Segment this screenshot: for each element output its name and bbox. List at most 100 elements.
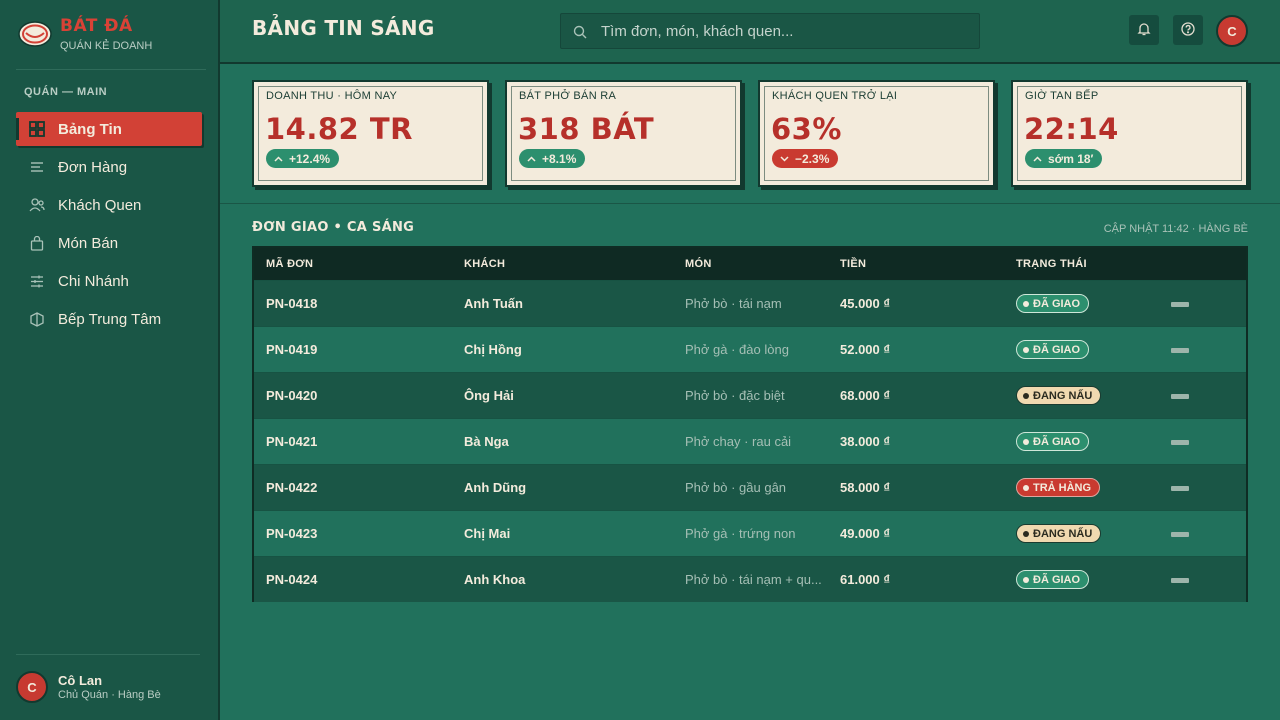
order-price: 68.000 ₫ (840, 388, 891, 403)
status-dot (1023, 346, 1029, 353)
bowl-logo-icon (18, 20, 52, 48)
customer-name: Anh Dũng (464, 480, 527, 495)
sidebar-item-khach-quen[interactable]: Khách Quen (16, 188, 202, 222)
table-row[interactable]: PN-0418 Anh Tuấn Phở bò · tái nạm 45.000… (254, 280, 1246, 326)
order-id: PN-0418 (266, 296, 318, 311)
search-input[interactable] (601, 14, 971, 48)
status-badge: ĐÃ GIAO (1016, 294, 1090, 313)
row-menu-button[interactable] (1171, 394, 1189, 399)
stat-delta-badge: +12.4% (266, 149, 340, 168)
search-icon (573, 24, 587, 43)
row-menu-button[interactable] (1171, 532, 1189, 537)
sidebar-item-label: Bảng Tin (58, 120, 122, 138)
stat-value: 22:14 (1024, 112, 1119, 146)
dish-name: Phở bò · đặc biệt (685, 388, 785, 403)
customer-name: Chị Hồng (464, 342, 522, 357)
dish-name: Phở bò · tái nạm + qu... (685, 572, 822, 587)
header-avatar[interactable]: C (1216, 15, 1248, 47)
table-row[interactable]: PN-0424 Anh Khoa Phở bò · tái nạm + qu..… (254, 556, 1246, 602)
stat-delta: sớm 18′ (1048, 151, 1094, 166)
customer-name: Anh Tuấn (464, 296, 523, 311)
dish-name: Phở bò · gầu gân (685, 480, 787, 495)
status-text: ĐÃ GIAO (1033, 343, 1081, 356)
status-badge: ĐANG NẤU (1016, 386, 1102, 405)
section-divider (220, 203, 1280, 204)
stat-label: KHÁCH QUEN TRỞ LẠI (772, 90, 898, 102)
dish-name: Phở chay · rau cải (685, 434, 792, 449)
top-header: BẢNG TIN SÁNG C (220, 0, 1280, 64)
column-header[interactable]: MÓN (685, 258, 712, 270)
brand-subtitle: QUÁN KẺ DOANH (60, 40, 153, 52)
order-price: 52.000 ₫ (840, 342, 891, 357)
column-header[interactable]: KHÁCH (464, 258, 505, 270)
status-dot (1023, 530, 1029, 537)
status-text: ĐÃ GIAO (1033, 297, 1081, 310)
help-icon (1181, 21, 1195, 40)
column-header[interactable]: MÃ ĐƠN (266, 258, 313, 270)
stat-delta: +12.4% (289, 151, 331, 166)
status-badge: TRẢ HÀNG (1016, 478, 1101, 497)
status-text: TRẢ HÀNG (1033, 481, 1092, 494)
row-menu-button[interactable] (1171, 302, 1189, 307)
row-menu-button[interactable] (1171, 348, 1189, 353)
status-badge: ĐÃ GIAO (1016, 432, 1090, 451)
order-id: PN-0423 (266, 526, 318, 541)
user-role: Chủ Quán · Hàng Bè (58, 689, 161, 701)
sidebar-item-label: Chi Nhánh (58, 272, 129, 290)
row-menu-button[interactable] (1171, 440, 1189, 445)
row-menu-button[interactable] (1171, 486, 1189, 491)
order-price: 58.000 ₫ (840, 480, 891, 495)
status-badge: ĐÃ GIAO (1016, 570, 1090, 589)
order-id: PN-0424 (266, 572, 318, 587)
sidebar-item-bep-trung-tam[interactable]: Bếp Trung Tâm (16, 302, 202, 336)
stat-label: BÁT PHỞ BÁN RA (519, 90, 617, 102)
stat-delta-badge: −2.3% (772, 149, 839, 168)
orders-title: ĐƠN GIAO • CA SÁNG (252, 220, 415, 235)
stat-card-returning: KHÁCH QUEN TRỞ LẠI 63% −2.3% (758, 80, 995, 187)
sidebar-item-bang-tin[interactable]: Bảng Tin (16, 112, 202, 146)
table-row[interactable]: PN-0422 Anh Dũng Phở bò · gầu gân 58.000… (254, 464, 1246, 510)
user-profile[interactable]: C Cô Lan Chủ Quán · Hàng Bè (16, 654, 200, 710)
nav-section-label: QUÁN — MAIN (24, 86, 108, 98)
status-dot (1023, 300, 1029, 307)
status-dot (1023, 392, 1029, 399)
status-badge: ĐÃ GIAO (1016, 340, 1090, 359)
column-header[interactable]: TIỀN (840, 258, 866, 270)
order-price: 49.000 ₫ (840, 526, 891, 541)
table-row[interactable]: PN-0421 Bà Nga Phở chay · rau cải 38.000… (254, 418, 1246, 464)
stat-value: 63% (771, 112, 842, 146)
status-dot (1023, 438, 1029, 445)
sidebar-item-don-hang[interactable]: Đơn Hàng (16, 150, 202, 184)
table-row[interactable]: PN-0420 Ông Hải Phở bò · đặc biệt 68.000… (254, 372, 1246, 418)
order-id: PN-0419 (266, 342, 318, 357)
order-price: 45.000 ₫ (840, 296, 891, 311)
table-row[interactable]: PN-0423 Chị Mai Phở gà · trứng non 49.00… (254, 510, 1246, 556)
brand[interactable]: BÁT ĐÁ QUÁN KẺ DOANH (16, 14, 206, 70)
customer-name: Anh Khoa (464, 572, 526, 587)
stat-delta: +8.1% (542, 151, 577, 166)
help-button[interactable] (1173, 15, 1203, 45)
notifications-button[interactable] (1129, 15, 1159, 45)
stat-value: 318 BÁT (518, 112, 655, 146)
stat-card-closing: GIỜ TAN BẾP 22:14 sớm 18′ (1011, 80, 1248, 187)
column-header[interactable]: TRẠNG THÁI (1016, 258, 1087, 270)
avatar: C (16, 671, 48, 703)
sidebar-item-mon-ban[interactable]: Món Bán (16, 226, 202, 260)
sidebar: BÁT ĐÁ QUÁN KẺ DOANH QUÁN — MAIN Bảng Ti… (0, 0, 220, 720)
sidebar-item-chi-nhanh[interactable]: Chi Nhánh (16, 264, 202, 298)
cube-icon (28, 310, 46, 328)
stat-delta: −2.3% (795, 151, 830, 166)
status-text: ĐÃ GIAO (1033, 435, 1081, 448)
order-id: PN-0420 (266, 388, 318, 403)
sidebar-item-label: Món Bán (58, 234, 119, 252)
branch-icon (28, 272, 46, 290)
table-row[interactable]: PN-0419 Chị Hồng Phở gà · đào lòng 52.00… (254, 326, 1246, 372)
table-header: MÃ ĐƠN KHÁCH MÓN TIỀN TRẠNG THÁI (254, 248, 1246, 280)
chevron-up-icon (1033, 155, 1042, 162)
dish-name: Phở gà · trứng non (685, 526, 796, 541)
sidebar-item-label: Bếp Trung Tâm (58, 310, 162, 328)
status-text: ĐANG NẤU (1033, 389, 1093, 402)
order-price: 38.000 ₫ (840, 434, 891, 449)
row-menu-button[interactable] (1171, 578, 1189, 583)
status-dot (1023, 484, 1029, 491)
